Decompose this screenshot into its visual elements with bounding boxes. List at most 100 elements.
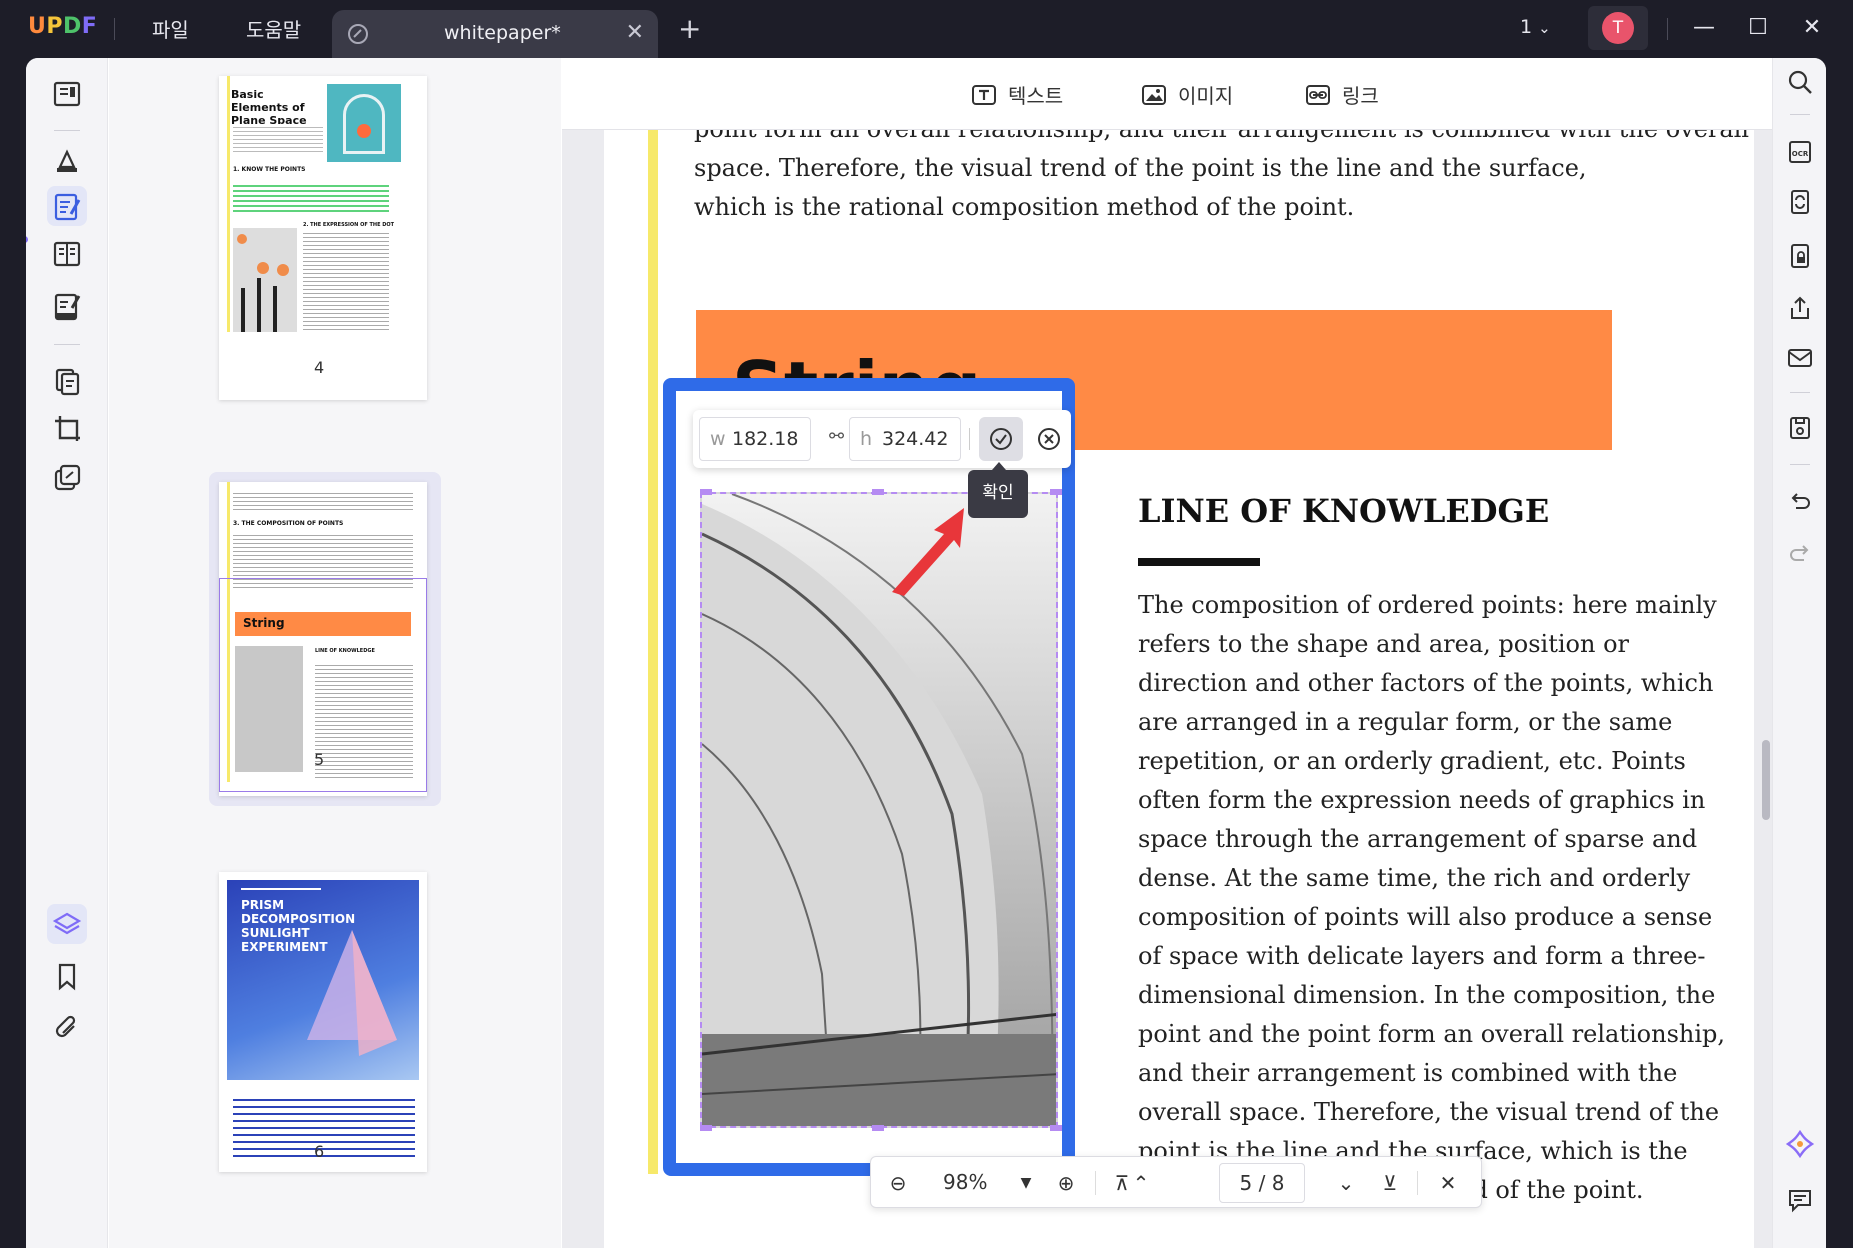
reader-mode-icon[interactable]: [47, 74, 87, 114]
add-text-tool[interactable]: 텍스트: [970, 80, 1063, 109]
add-text-label: 텍스트: [1008, 84, 1064, 108]
updf-logo[interactable]: UPDF: [28, 14, 97, 39]
page-separator: /: [1258, 1171, 1266, 1195]
link-icon: [1306, 84, 1330, 105]
last-page-icon[interactable]: ⊻: [1375, 1169, 1405, 1199]
document-tab[interactable]: whitepaper* ✕: [332, 10, 658, 58]
paragraph-line: repetition, or an orderly gradient, etc.…: [1138, 747, 1686, 775]
new-tab-button[interactable]: +: [678, 12, 701, 45]
zoom-dropdown-icon[interactable]: ▼: [1011, 1169, 1041, 1199]
close-nav-icon[interactable]: ✕: [1433, 1169, 1463, 1199]
save-icon[interactable]: [1784, 412, 1816, 444]
resize-handle[interactable]: [1050, 1125, 1062, 1131]
paragraph-line: refers to the shape and area, position o…: [1138, 630, 1630, 658]
add-link-label: 링크: [1342, 84, 1379, 108]
share-icon[interactable]: [1784, 292, 1816, 324]
comment-list-icon[interactable]: [1784, 1184, 1816, 1216]
page-number-input[interactable]: 5 / 8: [1219, 1163, 1305, 1203]
add-link-tool[interactable]: 링크: [1304, 80, 1379, 109]
height-label: h: [860, 428, 873, 450]
thumbnail-page-6[interactable]: PRISM DECOMPOSITION SUNLIGHT EXPERIMENT: [219, 872, 427, 1172]
resize-handle[interactable]: [872, 489, 884, 495]
organize-pages-icon[interactable]: [47, 360, 87, 400]
page-navigation-bar: ⊖ 98% ▼ ⊕ ⊼ ⌃ 5 / 8 ⌄ ⊻ ✕: [870, 1156, 1482, 1208]
zoom-in-icon[interactable]: ⊕: [1051, 1169, 1081, 1199]
previous-page-icon[interactable]: ⌃: [1129, 1169, 1153, 1199]
logo-letter: P: [46, 14, 63, 39]
minimize-button[interactable]: —: [1686, 10, 1722, 46]
titlebar-divider: [114, 18, 115, 40]
edit-mode-icon: [348, 24, 368, 44]
zoom-level[interactable]: 98%: [943, 1170, 987, 1194]
paragraph-line: direction and other factors of the point…: [1138, 669, 1714, 697]
close-circle-icon: [1038, 428, 1060, 450]
thumbnail-page-5[interactable]: 3. THE COMPOSITION OF POINTS String LINE…: [219, 482, 427, 796]
tab-title: whitepaper*: [444, 22, 561, 44]
undo-icon[interactable]: [1784, 486, 1816, 518]
height-field[interactable]: h 324.42: [849, 417, 961, 461]
redo-icon[interactable]: [1784, 538, 1816, 570]
account-button[interactable]: T: [1588, 6, 1648, 50]
batch-tools-icon[interactable]: [47, 458, 87, 498]
bookmark-icon[interactable]: [47, 956, 87, 996]
crop-icon[interactable]: [47, 408, 87, 448]
paragraph-line: dimensional dimension. In the compositio…: [1138, 981, 1716, 1009]
page-organize-icon[interactable]: [47, 234, 87, 274]
chevron-down-icon: ⌄: [1538, 19, 1551, 37]
width-label: w: [710, 428, 726, 450]
fill-sign-icon[interactable]: [47, 286, 87, 326]
resize-handle[interactable]: [700, 1125, 712, 1131]
search-icon[interactable]: [1784, 66, 1816, 98]
thumbnail-page-4[interactable]: Basic Elements of Plane Space 1. KNOW TH…: [219, 76, 427, 400]
logo-letter: U: [28, 14, 47, 39]
paragraph-line: point and the point form an overall rela…: [1138, 1020, 1726, 1048]
body-paragraph[interactable]: The composition of ordered points: here …: [1138, 586, 1738, 1210]
convert-icon[interactable]: [1784, 186, 1816, 218]
width-field[interactable]: w 182.18: [699, 417, 811, 461]
document-canvas: 텍스트 이미지 링크 point form an overall relatio…: [562, 58, 1772, 1248]
next-page-icon[interactable]: ⌄: [1331, 1169, 1361, 1199]
paragraph-line: and their arrangement is combined with t…: [1138, 1059, 1678, 1087]
width-value: 182.18: [732, 428, 799, 450]
thumbnail-page-number: 4: [314, 358, 325, 377]
comment-highlighter-icon[interactable]: [47, 140, 87, 180]
left-toolbar: [26, 58, 108, 1248]
menu-help[interactable]: 도움말: [246, 14, 301, 43]
check-circle-icon: [990, 428, 1012, 450]
menu-file[interactable]: 파일: [152, 14, 189, 43]
vertical-scrollbar[interactable]: [1762, 740, 1770, 820]
text-icon: [972, 84, 996, 105]
aspect-lock-icon[interactable]: ⚯: [829, 426, 844, 447]
top-paragraph[interactable]: space. Therefore, the visual trend of th…: [694, 149, 1614, 227]
protect-icon[interactable]: [1784, 240, 1816, 272]
email-icon[interactable]: [1784, 342, 1816, 374]
window-count-dropdown[interactable]: 1 ⌄: [1520, 16, 1551, 38]
edit-pdf-icon[interactable]: [47, 186, 87, 226]
thumb-image: [233, 228, 297, 332]
section-heading[interactable]: LINE OF KNOWLEDGE: [1138, 492, 1549, 530]
top-paragraph-clipped[interactable]: point form an overall relationship, and …: [694, 130, 1749, 149]
tab-close-icon[interactable]: ✕: [626, 20, 644, 45]
logo-letter: D: [63, 14, 82, 39]
maximize-button[interactable]: ☐: [1740, 10, 1776, 46]
paragraph-line: dense. At the same time, the rich and or…: [1138, 864, 1691, 892]
thumb-title: Basic Elements of Plane Space: [231, 88, 307, 127]
thumb-accent-bar: [227, 76, 230, 332]
resize-handle[interactable]: [700, 489, 712, 495]
thumb-section: 3. THE COMPOSITION OF POINTS: [233, 520, 344, 527]
ai-assistant-icon[interactable]: [1784, 1128, 1816, 1160]
thumbnail-page-number: 6: [314, 1142, 325, 1161]
resize-handle[interactable]: [872, 1125, 884, 1131]
pointer-arrow-icon: [892, 508, 964, 596]
confirm-button[interactable]: [979, 417, 1023, 461]
add-image-tool[interactable]: 이미지: [1140, 80, 1233, 109]
ocr-icon[interactable]: OCR: [1784, 136, 1816, 168]
zoom-out-icon[interactable]: ⊖: [883, 1169, 913, 1199]
close-window-button[interactable]: ✕: [1794, 10, 1830, 46]
layers-icon[interactable]: [47, 904, 87, 944]
attachment-icon[interactable]: [47, 1008, 87, 1048]
cancel-button[interactable]: [1027, 417, 1071, 461]
thumb-section: 2. THE EXPRESSION OF THE DOT: [303, 222, 395, 228]
total-pages: 8: [1271, 1171, 1285, 1195]
resize-handle[interactable]: [1050, 489, 1062, 495]
